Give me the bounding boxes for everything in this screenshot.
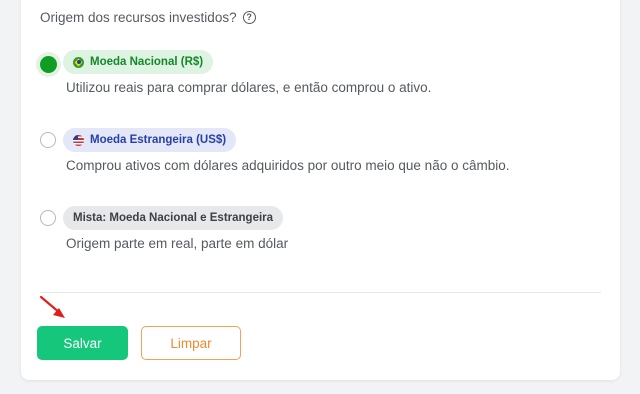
radio-mista[interactable] xyxy=(40,210,56,226)
badge-label: Moeda Estrangeira (US$) xyxy=(90,134,227,146)
badge-mista[interactable]: Mista: Moeda Nacional e Estrangeira xyxy=(63,206,284,230)
save-button[interactable]: Salvar xyxy=(37,326,128,360)
question-heading: Origem dos recursos investidos? ? xyxy=(40,10,256,25)
us-flag-icon xyxy=(73,134,84,146)
question-label: Origem dos recursos investidos? xyxy=(40,10,237,25)
badge-label: Moeda Nacional (R$) xyxy=(90,56,204,68)
radio-moeda-nacional[interactable] xyxy=(40,56,57,73)
badge-moeda-estrangeira[interactable]: Moeda Estrangeira (US$) xyxy=(63,128,237,152)
help-circle-icon[interactable]: ? xyxy=(242,11,256,24)
annotation-arrow-icon xyxy=(39,295,65,318)
clear-button[interactable]: Limpar xyxy=(141,326,241,360)
option-description: Origem parte em real, parte em dólar xyxy=(66,236,289,251)
option-description: Utilizou reais para comprar dólares, e e… xyxy=(66,80,432,95)
option-description: Comprou ativos com dólares adquiridos po… xyxy=(66,158,510,173)
badge-label: Mista: Moeda Nacional e Estrangeira xyxy=(73,212,274,224)
radio-moeda-estrangeira[interactable] xyxy=(40,132,56,148)
divider xyxy=(40,292,601,293)
badge-moeda-nacional[interactable]: Moeda Nacional (R$) xyxy=(63,50,214,74)
brazil-flag-icon xyxy=(73,56,84,68)
